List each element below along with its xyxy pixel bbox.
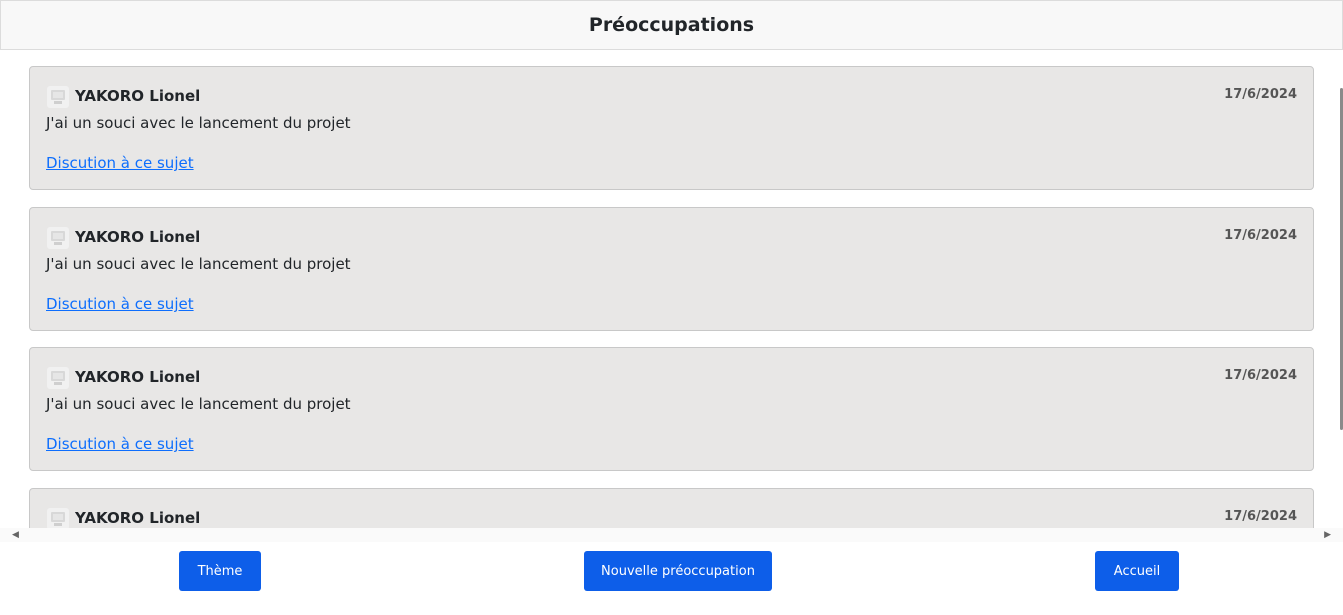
post-card: YAKORO Lionel 17/6/2024 J'ai un souci av… bbox=[29, 66, 1314, 190]
home-button[interactable]: Accueil bbox=[1095, 551, 1179, 591]
scroll-right-arrow-icon[interactable]: ▶ bbox=[1324, 530, 1331, 540]
post-message: J'ai un souci avec le lancement du proje… bbox=[46, 395, 351, 413]
footer-bar: Thème Nouvelle préoccupation Accueil bbox=[0, 542, 1343, 615]
horizontal-scrollbar[interactable]: ◀ ▶ bbox=[0, 528, 1343, 542]
discussion-link[interactable]: Discution à ce sujet bbox=[46, 435, 194, 453]
post-author: YAKORO Lionel bbox=[75, 228, 201, 246]
post-card: YAKORO Lionel 17/6/2024 J'ai un souci av… bbox=[29, 207, 1314, 331]
post-message: J'ai un souci avec le lancement du proje… bbox=[46, 255, 351, 273]
user-avatar-icon bbox=[47, 508, 69, 528]
user-avatar-icon bbox=[47, 367, 69, 389]
post-date: 17/6/2024 bbox=[1224, 87, 1297, 102]
post-date: 17/6/2024 bbox=[1224, 228, 1297, 243]
post-message: J'ai un souci avec le lancement du proje… bbox=[46, 114, 351, 132]
discussion-link[interactable]: Discution à ce sujet bbox=[46, 154, 194, 172]
new-concern-button[interactable]: Nouvelle préoccupation bbox=[584, 551, 772, 591]
discussion-link[interactable]: Discution à ce sujet bbox=[46, 295, 194, 313]
post-date: 17/6/2024 bbox=[1224, 509, 1297, 524]
posts-list[interactable]: YAKORO Lionel 17/6/2024 J'ai un souci av… bbox=[0, 50, 1343, 528]
post-author: YAKORO Lionel bbox=[75, 509, 201, 527]
page-header: Préoccupations bbox=[0, 0, 1343, 50]
page-title: Préoccupations bbox=[588, 14, 755, 36]
post-card: YAKORO Lionel 17/6/2024 J'ai un souci av… bbox=[29, 347, 1314, 471]
post-author: YAKORO Lionel bbox=[75, 87, 201, 105]
post-card: YAKORO Lionel 17/6/2024 bbox=[29, 488, 1314, 528]
scroll-left-arrow-icon[interactable]: ◀ bbox=[12, 530, 19, 540]
user-avatar-icon bbox=[47, 86, 69, 108]
post-author: YAKORO Lionel bbox=[75, 368, 201, 386]
user-avatar-icon bbox=[47, 227, 69, 249]
post-date: 17/6/2024 bbox=[1224, 368, 1297, 383]
theme-button[interactable]: Thème bbox=[179, 551, 261, 591]
